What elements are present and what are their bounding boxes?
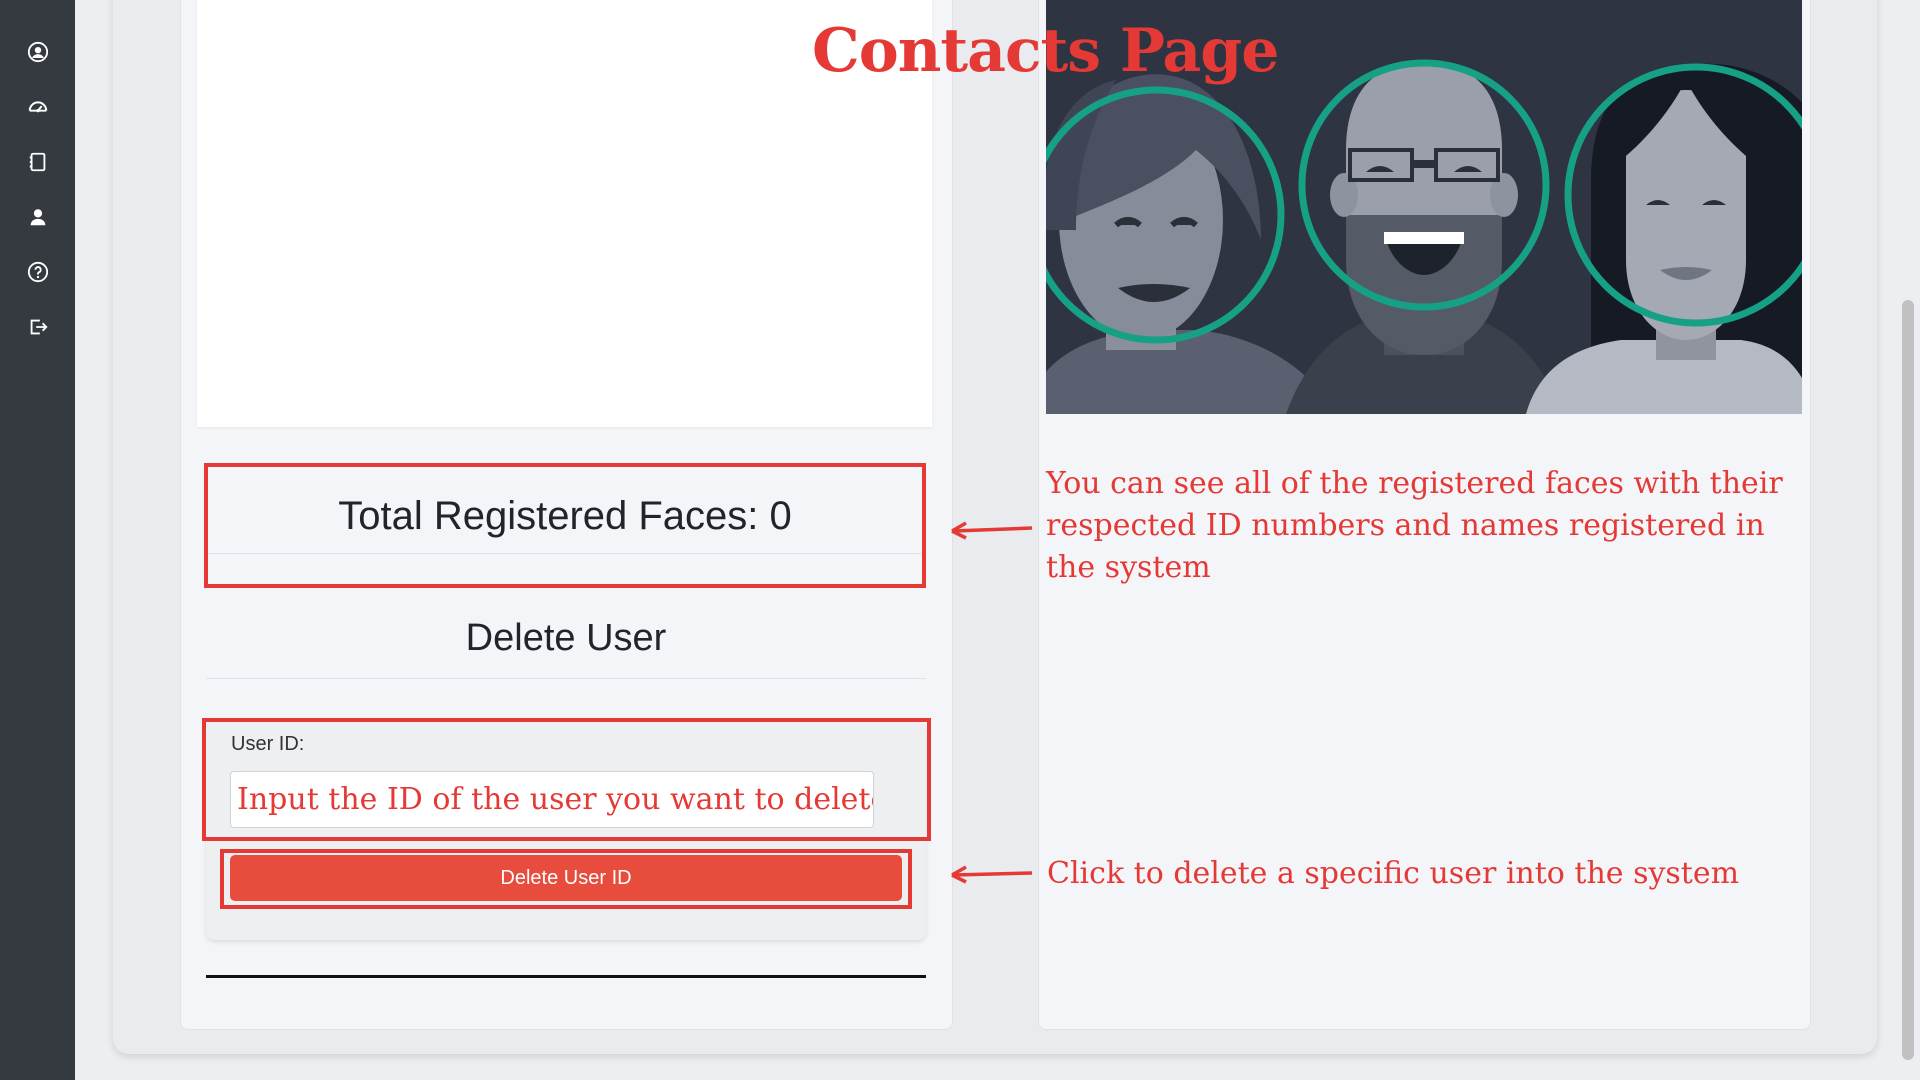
arrow-left-icon xyxy=(951,521,1033,540)
delete-user-id-button[interactable]: Delete User ID xyxy=(230,855,902,901)
sidebar xyxy=(0,0,75,1080)
profile-icon[interactable] xyxy=(0,32,75,72)
delete-annotation: Click to delete a specific user into the… xyxy=(1047,856,1740,891)
faces-annotation: You can see all of the registered faces … xyxy=(1046,466,1783,585)
divider xyxy=(208,553,922,554)
divider xyxy=(206,678,926,679)
user-id-input[interactable]: Input the ID of the user you want to del… xyxy=(230,771,874,828)
page-title: Contacts Page xyxy=(812,16,1279,86)
delete-user-heading: Delete User xyxy=(465,617,667,659)
arrow-left-icon xyxy=(951,865,1033,884)
total-registered-faces: Total Registered Faces: 0 xyxy=(338,494,792,538)
logout-icon[interactable] xyxy=(0,307,75,347)
user-id-label: User ID: xyxy=(231,733,305,755)
dashboard-gauge-icon[interactable] xyxy=(0,87,75,127)
contacts-book-icon[interactable] xyxy=(0,142,75,182)
user-icon[interactable] xyxy=(0,197,75,237)
section-rule xyxy=(206,975,926,978)
scrollbar[interactable] xyxy=(1902,300,1914,1060)
help-icon[interactable] xyxy=(0,252,75,292)
total-faces-highlight: Total Registered Faces: 0 xyxy=(204,463,926,588)
